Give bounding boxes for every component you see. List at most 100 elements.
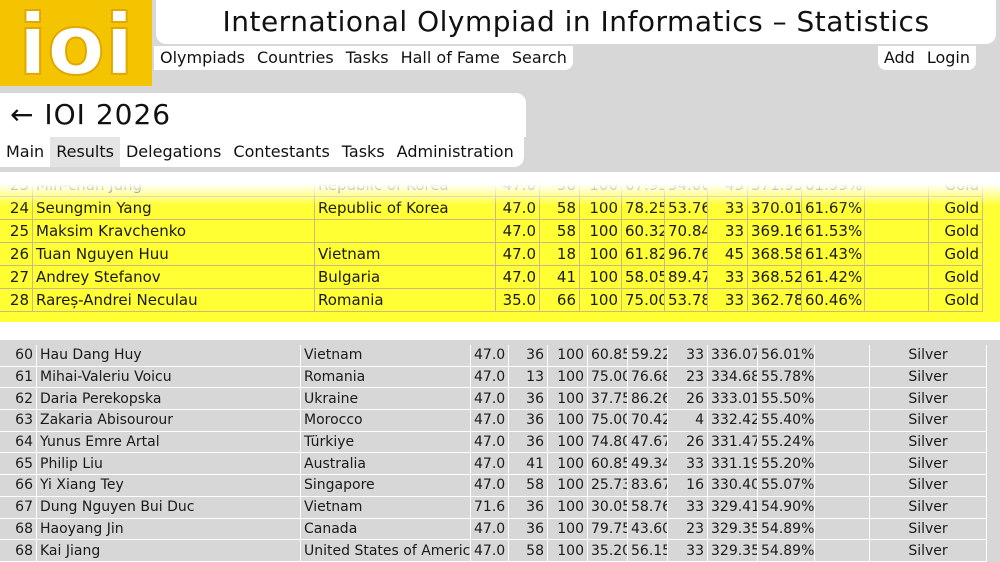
spacer-cell (814, 431, 870, 454)
country-name[interactable]: Bulgaria (314, 265, 496, 289)
total-score: 368.52 (747, 265, 802, 289)
spacer-cell (814, 474, 870, 497)
score-cell: 45 (707, 242, 748, 266)
total-score: 329.41 (707, 496, 758, 519)
score-cell: 26 (667, 431, 708, 454)
percentage: 56.01% (757, 345, 815, 367)
score-cell: 100 (547, 474, 588, 497)
country-name[interactable]: Vietnam (300, 345, 471, 367)
nav-search[interactable]: Search (506, 46, 573, 70)
country-name[interactable]: Australia (300, 452, 471, 476)
score-cell: 47.67 (627, 431, 668, 454)
score-cell: 66 (539, 288, 580, 312)
table-row: 63 Zakaria Abisourour Morocco 47.0 36 100 75.0… (0, 409, 987, 432)
country-name[interactable]: United States of America (300, 539, 471, 562)
contestant-name[interactable]: Mihai-Valeriu Voicu (36, 366, 301, 389)
score-cell: 43.60 (627, 518, 668, 541)
ioi-logo-graphic: ioi (0, 0, 152, 86)
nav-tasks[interactable]: Tasks (340, 46, 395, 70)
award-cell: Silver (869, 496, 987, 519)
score-cell: 47.0 (470, 366, 509, 389)
score-cell: 41 (508, 452, 548, 476)
percentage: 60.46% (801, 288, 865, 312)
award-cell: Silver (869, 431, 987, 454)
country-name[interactable]: Türkiye (300, 431, 471, 454)
nav-hall-of-fame[interactable]: Hall of Fame (395, 46, 506, 70)
tab-main[interactable]: Main (0, 137, 50, 167)
tab-administration[interactable]: Administration (391, 137, 520, 167)
country-name[interactable]: Canada (300, 518, 471, 541)
table-row: 66 Yi Xiang Tey Singapore 47.0 58 100 25.73 83.… (0, 474, 987, 497)
score-cell: 47.0 (470, 518, 509, 541)
tab-contestants[interactable]: Contestants (227, 137, 335, 167)
nav-add[interactable]: Add (878, 46, 921, 70)
country-name[interactable]: Ukraine (300, 387, 471, 411)
contestant-name[interactable]: Tuan Nguyen Huu (32, 242, 315, 266)
percentage: 54.90% (757, 496, 815, 519)
score-cell: 100 (547, 539, 588, 562)
score-cell: 100 (547, 387, 588, 411)
table-row: 68 Kai Jiang United States of America 47.0 5… (0, 539, 987, 562)
contestant-name[interactable]: Maksim Kravchenko (32, 219, 315, 243)
score-cell: 100 (579, 242, 622, 266)
score-cell: 100 (579, 219, 622, 243)
contestant-name[interactable]: Dung Nguyen Bui Duc (36, 496, 301, 519)
contestant-name[interactable]: Daria Perekopska (36, 387, 301, 411)
score-cell: 60.85 (587, 345, 628, 367)
tab-results[interactable]: Results (50, 137, 120, 167)
contestant-name[interactable]: Rareș-Andrei Neculau (32, 288, 315, 312)
contestant-name[interactable]: Philip Liu (36, 452, 301, 476)
spacer-cell (814, 409, 870, 432)
percentage: 54.89% (757, 539, 815, 562)
site-title: International Olympiad in Informatics – … (156, 0, 996, 44)
nav-countries[interactable]: Countries (251, 46, 340, 70)
country-name[interactable] (314, 219, 496, 243)
ioi-logo[interactable]: ioi (0, 0, 152, 86)
contestant-name[interactable]: Kai Jiang (36, 539, 301, 562)
score-cell: 58 (508, 539, 548, 562)
tab-delegations[interactable]: Delegations (120, 137, 227, 167)
contestant-name[interactable]: Yunus Emre Artal (36, 431, 301, 454)
score-cell: 100 (547, 452, 588, 476)
score-cell: 35.20 (587, 539, 628, 562)
score-cell: 26 (667, 387, 708, 411)
contestant-name[interactable]: Yi Xiang Tey (36, 474, 301, 497)
olympiad-tabs: Main Results Delegations Contestants Tas… (0, 137, 524, 167)
nav-login[interactable]: Login (921, 46, 976, 70)
score-cell: 47.0 (470, 409, 509, 432)
olympiad-name: IOI 2026 (44, 98, 172, 131)
award-cell: Silver (869, 366, 987, 389)
country-name[interactable]: Vietnam (314, 242, 496, 266)
percentage: 54.89% (757, 518, 815, 541)
score-cell: 79.75 (587, 518, 628, 541)
total-score: 331.47 (707, 431, 758, 454)
back-arrow-icon[interactable]: ← (10, 98, 34, 131)
score-cell: 47.0 (495, 219, 540, 243)
total-score: 329.35 (707, 539, 758, 562)
score-cell: 100 (547, 366, 588, 389)
score-cell: 75.00 (621, 288, 665, 312)
country-name[interactable]: Singapore (300, 474, 471, 497)
table-row: 61 Mihai-Valeriu Voicu Romania 47.0 13 100 75.… (0, 366, 987, 389)
contestant-name[interactable]: Hau Dang Huy (36, 345, 301, 367)
score-cell: 4 (667, 409, 708, 432)
score-cell: 33 (707, 265, 748, 289)
country-name[interactable]: Romania (300, 366, 471, 389)
score-cell: 25.73 (587, 474, 628, 497)
country-name[interactable]: Romania (314, 288, 496, 312)
award-cell: Silver (869, 452, 987, 476)
contestant-name[interactable]: Haoyang Jin (36, 518, 301, 541)
score-cell: 47.0 (470, 345, 509, 367)
country-name[interactable]: Morocco (300, 409, 471, 432)
country-name[interactable]: Vietnam (300, 496, 471, 519)
score-cell: 33 (667, 452, 708, 476)
score-cell: 47.0 (470, 539, 509, 562)
tab-tasks[interactable]: Tasks (336, 137, 391, 167)
score-cell: 100 (547, 518, 588, 541)
contestant-name[interactable]: Zakaria Abisourour (36, 409, 301, 432)
contestant-name[interactable]: Andrey Stefanov (32, 265, 315, 289)
score-cell: 58 (508, 474, 548, 497)
total-score: 369.16 (747, 219, 802, 243)
score-cell: 33 (707, 219, 748, 243)
nav-olympiads[interactable]: Olympiads (154, 46, 251, 70)
